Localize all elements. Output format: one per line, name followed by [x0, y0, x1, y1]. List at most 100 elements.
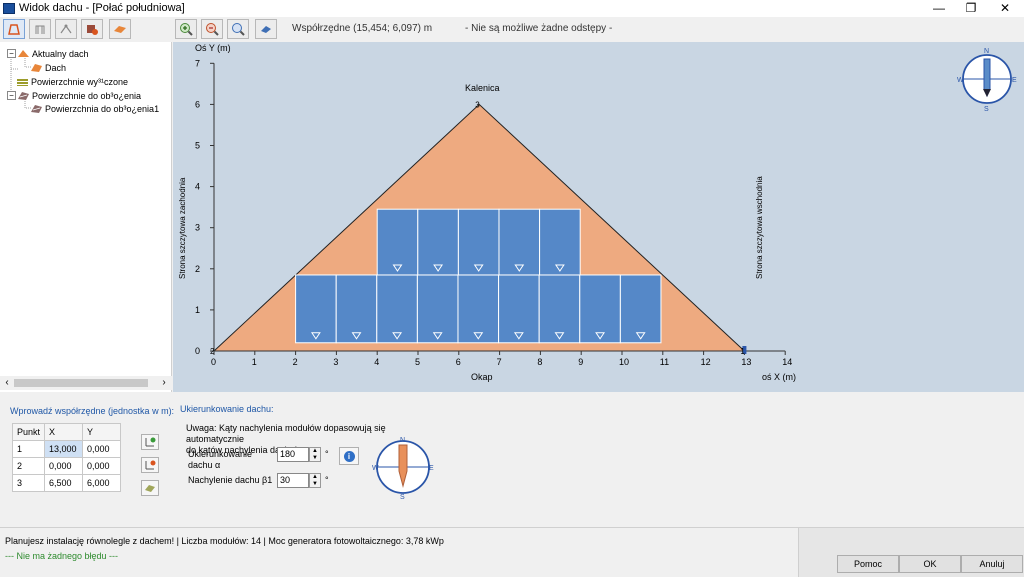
- status-summary: Planujesz instalację równolegle z dachem…: [5, 536, 444, 546]
- tree-item-module-areas[interactable]: − Powierzchnie do ob³o¿enia: [7, 89, 141, 102]
- east-gable-label: Strona szczytowa wschodnia: [755, 176, 764, 279]
- view-toolbar: Współrzędne (15,454; 6,097) m - Nie są m…: [172, 17, 1024, 42]
- tree-horizontal-scrollbar[interactable]: ‹ ›: [0, 376, 172, 390]
- compass-s: S: [984, 106, 989, 113]
- azimuth-label: Ukierunkowanie dachu α: [188, 449, 253, 470]
- roof-canvas[interactable]: 0 1 2 3 4 5 6 7 8 9 10 11 12 13 14 0 1 2 3 4 5 6 7 2 3 1 oś X (m)…: [173, 42, 1024, 392]
- roof-diagram[interactable]: 0 1 2 3 4 5 6 7 8 9 10 11 12 13 1401234567231 oś X (m)…: [173, 42, 1024, 392]
- x-tick-label: 7: [497, 357, 502, 367]
- vertex-label: 3: [475, 100, 480, 109]
- x-tick-label: 8: [537, 357, 542, 367]
- tree-item-module-area-1[interactable]: Powierzchnia do ob³o¿enia1: [31, 102, 159, 115]
- x-tick-label: 2: [293, 357, 298, 367]
- apply-points-icon: [145, 485, 155, 492]
- azimuth-spinner[interactable]: ▲ ▼: [309, 447, 321, 462]
- left-toolbar: [0, 17, 172, 42]
- collapse-icon[interactable]: −: [7, 91, 16, 100]
- zoom-fit-icon: [232, 23, 245, 36]
- scroll-thumb[interactable]: [14, 379, 148, 387]
- excluded-areas-icon: [17, 79, 28, 86]
- add-point-icon: [145, 437, 156, 447]
- minimize-button[interactable]: —: [922, 0, 956, 17]
- roof-plane-icon: [31, 64, 42, 72]
- orientation-n: N: [400, 437, 405, 444]
- coordinates-table: Punkt X Y 1 13,000 0,000 2 0,000 0,000 3…: [11, 423, 122, 492]
- coords-section-title: Wprowadź współrzędne (jednostka w m):: [10, 406, 175, 416]
- y-tick-label: 0: [195, 346, 200, 356]
- roof-tree: − Aktualny dach Dach Powierzchnie wy³¹cz…: [0, 42, 172, 392]
- ok-button[interactable]: OK: [899, 555, 961, 573]
- module-area-button[interactable]: [109, 19, 131, 39]
- roof-edge-icon: [60, 24, 72, 34]
- orientation-section-title: Ukierunkowanie dachu:: [180, 404, 274, 414]
- scroll-right-icon[interactable]: ›: [158, 376, 170, 390]
- orientation-w: W: [372, 465, 379, 472]
- zoom-in-icon: [180, 23, 193, 36]
- close-button[interactable]: ✕: [988, 0, 1022, 17]
- add-point-button[interactable]: [141, 434, 159, 450]
- tree-item-current-roof[interactable]: − Aktualny dach: [7, 47, 89, 60]
- edit-roof-button[interactable]: [29, 19, 51, 39]
- y-tick-label: 6: [195, 99, 200, 109]
- help-button[interactable]: Pomoc: [837, 555, 899, 573]
- view-reset-icon: [261, 26, 271, 33]
- tilt-spinner[interactable]: ▲ ▼: [309, 473, 321, 488]
- zoom-out-button[interactable]: [201, 19, 223, 39]
- vertex-label: 2: [210, 347, 215, 356]
- remove-point-icon: [145, 460, 156, 470]
- compass-e: E: [1012, 77, 1017, 84]
- azimuth-input[interactable]: 180: [277, 447, 309, 462]
- zoom-out-icon: [206, 23, 219, 36]
- tilt-unit: °: [325, 475, 329, 485]
- module-area-icon: [31, 105, 42, 113]
- maximize-button[interactable]: ❐: [954, 0, 988, 17]
- dialog-buttons: Pomoc OK Anuluj: [798, 528, 1024, 577]
- info-button[interactable]: i: [339, 447, 359, 465]
- x-tick-label: 6: [456, 357, 461, 367]
- remove-point-button[interactable]: [141, 457, 159, 473]
- apply-points-button[interactable]: [141, 480, 159, 496]
- tree-item-roof[interactable]: Dach: [31, 61, 66, 74]
- table-row[interactable]: 2 0,000 0,000: [11, 457, 122, 475]
- module-area-icon: [114, 26, 126, 33]
- x-tick-label: 1: [252, 357, 257, 367]
- west-gable-label: Strona szczytowa zachodnia: [178, 177, 187, 279]
- edit-roof-icon: [35, 25, 45, 34]
- cancel-button[interactable]: Anuluj: [961, 555, 1023, 573]
- compass-w: W: [957, 77, 964, 84]
- y-axis-label: Oś Y (m): [195, 43, 231, 53]
- roof-edge-button[interactable]: [55, 19, 77, 39]
- y-tick-label: 3: [195, 223, 200, 233]
- status-errors: --- Nie ma żadnego błędu ---: [5, 551, 119, 561]
- eaves-label: Okap: [471, 372, 493, 382]
- collapse-icon[interactable]: −: [7, 49, 16, 58]
- table-header-point: Punkt: [11, 423, 46, 441]
- x-tick-label: 14: [782, 357, 792, 367]
- roof-icon: [18, 50, 29, 57]
- orientation-compass: N S W E: [372, 437, 434, 499]
- table-header-y: Y: [82, 423, 122, 441]
- status-bar: Planujesz instalację równolegle z dachem…: [0, 527, 1024, 577]
- x-tick-label: 13: [741, 357, 751, 367]
- table-row[interactable]: 3 6,500 6,000: [11, 474, 122, 492]
- orientation-s: S: [400, 494, 405, 499]
- tree-item-excluded-areas[interactable]: Powierzchnie wy³¹czone: [17, 75, 128, 88]
- zoom-in-button[interactable]: [175, 19, 197, 39]
- table-row[interactable]: 1 13,000 0,000: [11, 440, 122, 458]
- tilt-input[interactable]: 30: [277, 473, 309, 488]
- azimuth-unit: °: [325, 449, 329, 459]
- x-tick-label: 3: [333, 357, 338, 367]
- x-tick-label: 0: [211, 357, 216, 367]
- roof-shape-button[interactable]: [3, 19, 25, 39]
- y-tick-label: 5: [195, 141, 200, 151]
- excluded-area-button[interactable]: [81, 19, 103, 39]
- x-tick-label: 5: [415, 357, 420, 367]
- y-tick-label: 2: [195, 264, 200, 274]
- scroll-left-icon[interactable]: ‹: [1, 376, 13, 390]
- module-areas-icon: [18, 92, 29, 100]
- view-reset-button[interactable]: [255, 19, 277, 39]
- zoom-fit-button[interactable]: [227, 19, 249, 39]
- y-tick-label: 4: [195, 182, 200, 192]
- tilt-label: Nachylenie dachu β1: [188, 475, 273, 485]
- vertex-label: 1: [740, 347, 745, 356]
